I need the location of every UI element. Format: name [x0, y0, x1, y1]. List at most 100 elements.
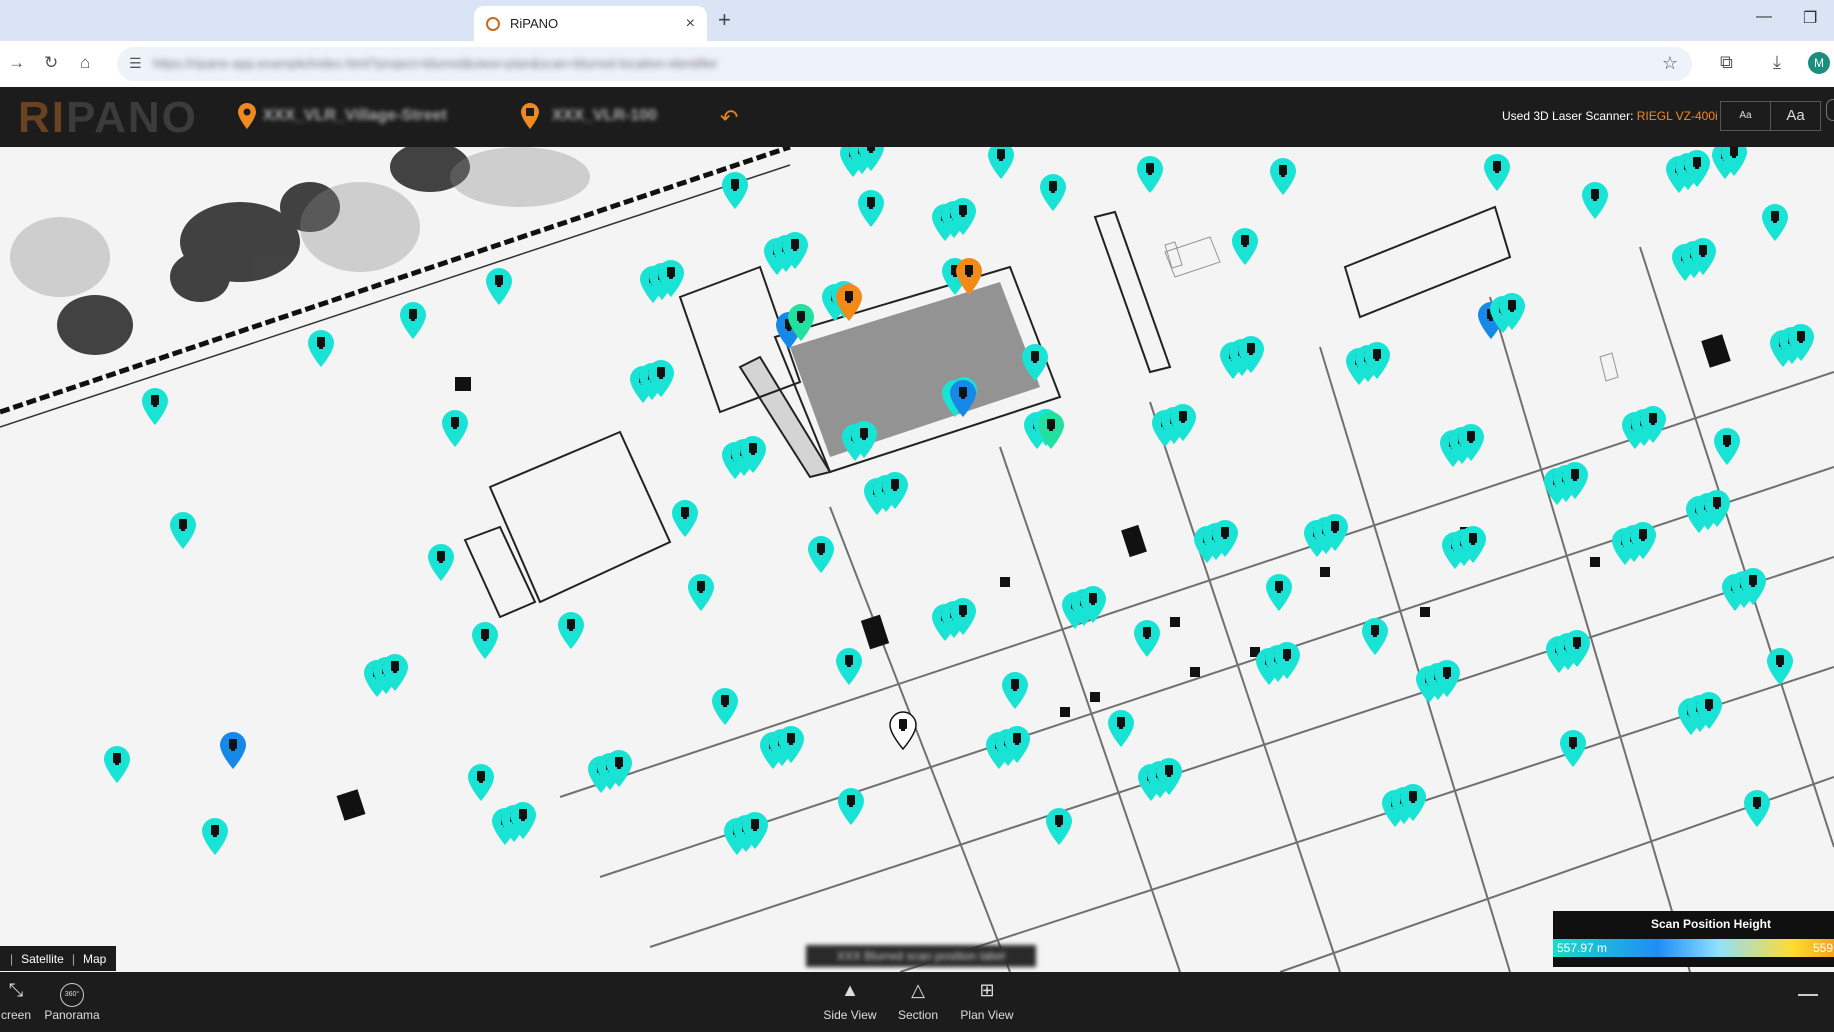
scan-position-marker-icon[interactable] [1497, 292, 1527, 332]
scan-position-marker-icon[interactable] [646, 359, 676, 399]
scan-position-marker-icon[interactable] [1580, 181, 1610, 221]
scan-position-marker-icon[interactable] [1272, 641, 1302, 681]
browser-tab[interactable]: RiPANO × [474, 6, 707, 41]
scan-position-marker-icon[interactable] [1702, 489, 1732, 529]
extensions-icon[interactable]: ⧉ [1720, 52, 1733, 73]
scan-position-marker-icon[interactable] [1760, 203, 1790, 243]
scan-position-marker-icon[interactable] [948, 379, 978, 419]
scan-position-marker-icon[interactable] [1230, 227, 1260, 267]
scan-position-marker-icon[interactable] [776, 725, 806, 765]
satellite-button[interactable]: Satellite [21, 952, 64, 966]
scan-position-marker-icon[interactable] [380, 653, 410, 693]
scan-position-marker-icon[interactable] [856, 189, 886, 229]
scan-position-marker-icon[interactable] [786, 303, 816, 343]
scan-position-marker-icon[interactable] [1362, 341, 1392, 381]
side-view-button[interactable]: ▲ Side View [818, 980, 882, 1022]
scan-position-marker-icon[interactable] [1268, 157, 1298, 197]
profile-avatar[interactable]: M [1808, 52, 1830, 74]
scan-position-marker-icon[interactable] [604, 749, 634, 789]
scan-position-marker-icon[interactable] [1135, 155, 1165, 195]
scan-position-marker-icon[interactable] [508, 801, 538, 841]
scan-position-marker-icon[interactable] [888, 711, 918, 751]
scan-position-marker-icon[interactable] [1132, 619, 1162, 659]
minimize-window-icon[interactable]: — [1756, 8, 1772, 26]
scan-position-marker-icon[interactable] [710, 687, 740, 727]
scan-position-marker-icon[interactable] [426, 543, 456, 583]
scan-position-marker-icon[interactable] [720, 171, 750, 211]
scan-position-marker-icon[interactable] [880, 471, 910, 511]
header-edge-control[interactable] [1826, 99, 1834, 121]
project-location[interactable]: XXX_VLR_Village-Street [263, 107, 447, 125]
scan-position-marker-icon[interactable] [1398, 783, 1428, 823]
plan-view-map[interactable]: | Satellite | Map XXX Blurred scan posit… [0, 147, 1834, 972]
scan-position-marker-icon[interactable] [656, 259, 686, 299]
scan-position-marker-icon[interactable] [102, 745, 132, 785]
scan-position-marker-icon[interactable] [1154, 757, 1184, 797]
scan-position-marker-icon[interactable] [1638, 405, 1668, 445]
plan-view-button[interactable]: ⊞ Plan View [956, 980, 1018, 1022]
scan-position-marker-icon[interactable] [1078, 585, 1108, 625]
tab-close-icon[interactable]: × [686, 15, 695, 33]
scan-position-marker-icon[interactable] [218, 731, 248, 771]
scan-position-marker-icon[interactable] [1738, 567, 1768, 607]
scan-position-marker-icon[interactable] [1694, 691, 1724, 731]
scan-position-marker-icon[interactable] [834, 647, 864, 687]
scan-position-marker-icon[interactable] [1320, 513, 1350, 553]
scan-position-marker-icon[interactable] [168, 511, 198, 551]
scan-position-marker-icon[interactable] [1020, 343, 1050, 383]
scan-position-marker-icon[interactable] [1000, 671, 1030, 711]
scan-position-marker-icon[interactable] [954, 257, 984, 297]
scan-position-marker-icon[interactable] [740, 811, 770, 851]
scan-position-marker-icon[interactable] [1456, 423, 1486, 463]
address-bar[interactable]: ☰ https://ripano-app.example/index.html?… [117, 47, 1692, 81]
scan-position-marker-icon[interactable] [738, 435, 768, 475]
download-icon[interactable]: ⤓ [1773, 52, 1781, 73]
scan-position-marker-icon[interactable] [1560, 461, 1590, 501]
scan-position-marker-icon[interactable] [1628, 521, 1658, 561]
scan-position-marker-icon[interactable] [1562, 629, 1592, 669]
restore-window-icon[interactable]: ❐ [1803, 8, 1817, 28]
scan-position-marker-icon[interactable] [440, 409, 470, 449]
scan-position-marker-icon[interactable] [470, 621, 500, 661]
scan-position-marker-icon[interactable] [1210, 519, 1240, 559]
scan-position-marker-icon[interactable] [670, 499, 700, 539]
scan-position-marker-icon[interactable] [1002, 725, 1032, 765]
font-small-button[interactable]: Aa [1721, 102, 1771, 130]
section-button[interactable]: △ Section [892, 980, 944, 1022]
scan-position-marker-icon[interactable] [1688, 237, 1718, 277]
scan-position-marker-icon[interactable] [1360, 617, 1390, 657]
scan-position-marker-icon[interactable] [200, 817, 230, 857]
scan-position-marker-icon[interactable] [1036, 411, 1066, 451]
collapse-panel-icon[interactable] [1798, 994, 1818, 996]
scan-position-marker-icon[interactable] [140, 387, 170, 427]
scan-position-marker-icon[interactable] [1712, 427, 1742, 467]
scan-position-marker-icon[interactable] [1264, 573, 1294, 613]
site-settings-icon[interactable]: ☰ [129, 55, 142, 72]
scan-position-marker-icon[interactable] [986, 147, 1016, 181]
new-tab-button[interactable]: + [718, 7, 731, 33]
scan-position-marker-icon[interactable] [948, 597, 978, 637]
fullscreen-button[interactable]: ⤡ creen [0, 980, 36, 1022]
scan-position-marker-icon[interactable] [1038, 173, 1068, 213]
scan-position-marker-icon[interactable] [398, 301, 428, 341]
scan-position-marker-icon[interactable] [686, 573, 716, 613]
scan-position-marker-icon[interactable] [849, 420, 879, 460]
scan-position-marker-icon[interactable] [1558, 729, 1588, 769]
scan-position-marker-icon[interactable] [1682, 149, 1712, 189]
scan-position-marker-icon[interactable] [806, 535, 836, 575]
scan-position-marker-icon[interactable] [856, 147, 886, 173]
scan-position-marker-icon[interactable] [780, 231, 810, 271]
scan-position-marker-icon[interactable] [1236, 335, 1266, 375]
scan-position-marker-icon[interactable] [1044, 807, 1074, 847]
home-icon[interactable]: ⌂ [80, 53, 90, 73]
scan-position-marker-icon[interactable] [1432, 659, 1462, 699]
scan-position-marker-icon[interactable] [836, 787, 866, 827]
scan-position-marker-icon[interactable] [1168, 403, 1198, 443]
scan-position-marker-icon[interactable] [948, 197, 978, 237]
scan-position-marker-icon[interactable] [1786, 323, 1816, 363]
scan-position-marker-icon[interactable] [1765, 647, 1795, 687]
scan-position-marker-icon[interactable] [484, 267, 514, 307]
bookmark-star-icon[interactable]: ☆ [1662, 53, 1678, 74]
panorama-button[interactable]: 360° Panorama [40, 980, 104, 1022]
scan-position-marker-icon[interactable] [1106, 709, 1136, 749]
